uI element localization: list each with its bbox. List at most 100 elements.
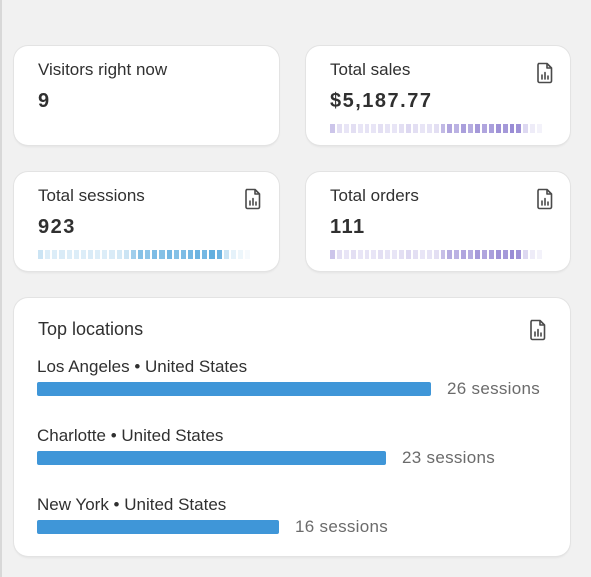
sparkline-segment xyxy=(523,124,529,133)
total-sales-label: Total sales xyxy=(330,60,411,79)
report-icon[interactable] xyxy=(536,62,554,84)
location-sessions: 16 sessions xyxy=(295,517,389,536)
sparkline-segment xyxy=(426,124,432,133)
sparkline-segment xyxy=(237,250,244,259)
sparkline-segment xyxy=(87,250,94,259)
dashboard: Visitors right now 9 Total sales $5,187.… xyxy=(0,0,591,577)
sparkline-segment xyxy=(166,250,172,259)
sparkline-segment xyxy=(495,250,501,259)
sparkline-segment xyxy=(145,250,151,259)
sparkline-segment xyxy=(523,250,529,259)
sparkline-segment xyxy=(159,250,165,259)
sparkline-segment xyxy=(209,250,215,259)
sparkline-segment xyxy=(537,250,543,259)
sparkline-segment xyxy=(516,124,522,133)
sparkline-segment xyxy=(38,250,44,259)
sparkline-segment xyxy=(173,250,179,259)
sparkline-segment xyxy=(433,124,439,133)
sparkline-segment xyxy=(509,250,515,259)
sparkline-segment xyxy=(447,124,453,133)
sparkline-segment xyxy=(102,250,108,259)
sparkline-segment xyxy=(357,250,363,259)
sparkline-segment xyxy=(419,250,425,259)
sparkline-segment xyxy=(350,124,356,133)
sparkline-segment xyxy=(343,124,349,133)
sparkline-segment xyxy=(419,124,425,133)
report-icon[interactable] xyxy=(529,319,547,341)
sparkline-segment xyxy=(440,250,446,259)
sparkline-segment xyxy=(66,250,72,259)
sparkline-segment xyxy=(481,250,487,259)
sparkline-segment xyxy=(495,124,501,133)
sparkline-segment xyxy=(230,250,236,259)
top-locations-card[interactable]: Top locations Los Angeles • United State… xyxy=(14,298,570,556)
report-icon[interactable] xyxy=(244,188,262,210)
sparkline-segment xyxy=(330,250,335,259)
total-sessions-card[interactable]: Total sessions 923 xyxy=(14,172,279,271)
sparkline-segment xyxy=(461,250,467,259)
location-label: Charlotte • United States xyxy=(37,426,224,445)
sparkline-segment xyxy=(245,250,251,259)
visitors-value: 9 xyxy=(38,90,51,112)
sparkline-segment xyxy=(461,124,467,133)
sparkline-segment xyxy=(426,250,432,259)
total-orders-label: Total orders xyxy=(330,186,419,205)
total-sales-value: $5,187.77 xyxy=(330,90,433,112)
sparkline-segment xyxy=(364,250,370,259)
sparkline-segment xyxy=(481,124,487,133)
total-sessions-sparkline xyxy=(38,250,251,259)
sparkline-segment xyxy=(537,124,543,133)
sparkline-segment xyxy=(516,250,522,259)
sparkline-segment xyxy=(475,250,480,259)
sparkline-segment xyxy=(468,250,474,259)
sparkline-segment xyxy=(412,124,418,133)
sparkline-segment xyxy=(336,124,342,133)
total-sessions-value: 923 xyxy=(38,216,76,238)
sparkline-segment xyxy=(371,250,377,259)
total-orders-sparkline xyxy=(330,250,543,259)
sparkline-segment xyxy=(357,124,363,133)
location-bar xyxy=(37,451,386,465)
sparkline-segment xyxy=(405,250,411,259)
sparkline-segment xyxy=(475,124,480,133)
sparkline-segment xyxy=(123,250,129,259)
sparkline-segment xyxy=(502,124,508,133)
sparkline-segment xyxy=(412,250,418,259)
sparkline-segment xyxy=(371,124,377,133)
sparkline-segment xyxy=(73,250,79,259)
sparkline-segment xyxy=(80,250,86,259)
sparkline-segment xyxy=(509,124,515,133)
sparkline-segment xyxy=(502,250,508,259)
sparkline-segment xyxy=(447,250,453,259)
report-icon[interactable] xyxy=(536,188,554,210)
total-sales-card[interactable]: Total sales $5,187.77 xyxy=(306,46,570,145)
total-orders-card[interactable]: Total orders 111 xyxy=(306,172,570,271)
sparkline-segment xyxy=(378,124,384,133)
location-sessions: 23 sessions xyxy=(402,448,496,467)
sparkline-segment xyxy=(433,250,439,259)
sparkline-segment xyxy=(130,250,136,259)
visitors-label: Visitors right now xyxy=(38,60,168,79)
sparkline-segment xyxy=(378,250,384,259)
sparkline-segment xyxy=(330,124,335,133)
sparkline-segment xyxy=(454,124,460,133)
sparkline-segment xyxy=(187,250,194,259)
sparkline-segment xyxy=(392,250,398,259)
sparkline-segment xyxy=(405,124,411,133)
location-bar xyxy=(37,382,431,396)
sparkline-segment xyxy=(202,250,208,259)
sparkline-segment xyxy=(385,250,391,259)
sparkline-segment xyxy=(52,250,58,259)
sparkline-segment xyxy=(530,250,536,259)
sparkline-segment xyxy=(392,124,398,133)
sparkline-segment xyxy=(137,250,144,259)
sparkline-segment xyxy=(95,250,101,259)
location-bar xyxy=(37,520,279,534)
sparkline-segment xyxy=(223,250,229,259)
visitors-card[interactable]: Visitors right now 9 xyxy=(14,46,279,145)
total-sales-sparkline xyxy=(330,124,543,133)
total-sessions-label: Total sessions xyxy=(38,186,145,205)
total-orders-value: 111 xyxy=(330,216,366,238)
sparkline-segment xyxy=(364,124,370,133)
location-label: New York • United States xyxy=(37,495,227,514)
